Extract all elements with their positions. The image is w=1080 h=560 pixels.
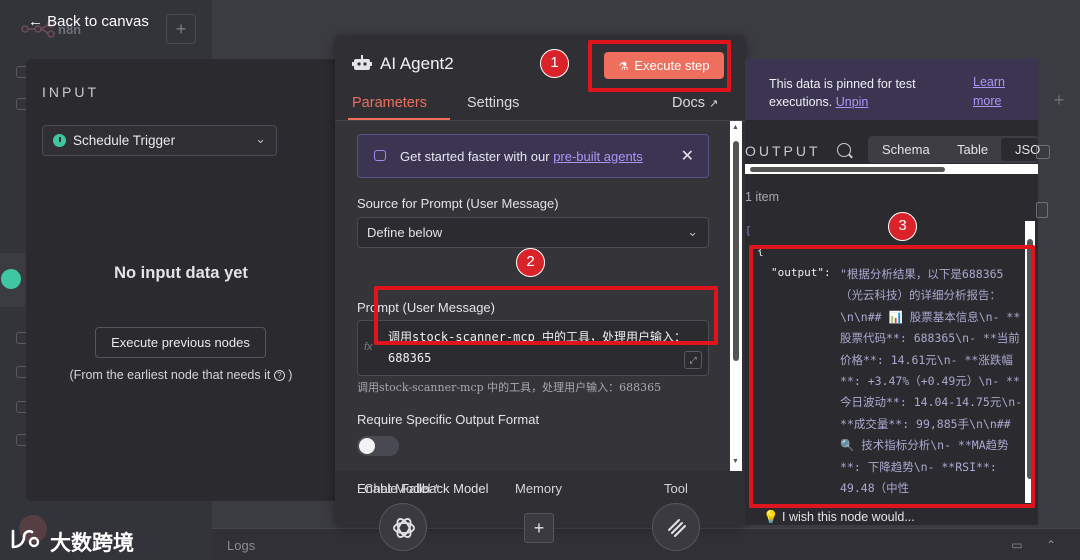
expression-icon: fx [364, 341, 373, 353]
tool-node[interactable] [652, 503, 700, 551]
add-tab-button[interactable]: + [166, 14, 196, 44]
input-panel-title: INPUT [42, 84, 99, 100]
trigger-node-label: Schedule Trigger [73, 133, 176, 148]
logs-bar[interactable]: Logs ▭ ⌃ [212, 528, 1080, 560]
panel-icon[interactable] [1036, 145, 1050, 159]
logs-label: Logs [227, 538, 256, 553]
trigger-node-select[interactable]: Schedule Trigger ⌄ [42, 125, 277, 156]
clock-icon [53, 134, 66, 147]
robot-icon [352, 55, 372, 70]
logs-panel-icons[interactable]: ▭ ⌃ [1011, 538, 1066, 552]
prompt-preview: 调用stock-scanner-mcp 中的工具，处理用户输入：688365 [357, 381, 662, 394]
parameters-scrollbar[interactable]: ▲ ▼ [730, 121, 742, 471]
learn-more-link[interactable]: Learn more [973, 73, 1023, 111]
output-view-tabs: Schema Table JSO [868, 136, 1040, 163]
input-panel: INPUT Schedule Trigger ⌄ No input data y… [26, 59, 346, 501]
annotation-box-3 [749, 245, 1035, 508]
scroll-up-icon[interactable]: ▲ [732, 124, 739, 131]
back-to-canvas-button[interactable]: ← Back to canvas [28, 13, 149, 30]
docs-label: Docs [672, 95, 706, 111]
annotation-number-1: 1 [540, 49, 569, 78]
empty-state-title: No input data yet [114, 264, 248, 282]
sub-node-connectors: Chat Model * Memory Tool + [335, 471, 745, 551]
banner-text-body: Get started faster with our [400, 149, 554, 164]
external-link-icon: ↗ [709, 98, 719, 110]
expand-icon[interactable]: ⤢ [684, 351, 702, 369]
chat-model-label: Chat Model * [364, 481, 440, 496]
robot-icon [374, 150, 386, 161]
add-memory-button[interactable]: + [524, 513, 554, 543]
annotation-number-3: 3 [888, 212, 917, 241]
chat-model-node[interactable] [379, 503, 427, 551]
close-icon[interactable]: ✕ [681, 146, 694, 166]
item-count: 1 item [745, 190, 780, 204]
pinned-data-banner: This data is pinned for test executions.… [745, 59, 1038, 120]
tab-schema[interactable]: Schema [882, 142, 930, 157]
tool-label: Tool [664, 481, 688, 496]
unpin-link[interactable]: Unpin [836, 95, 869, 109]
watermark-text: 大数跨境 [50, 532, 134, 555]
add-node-button[interactable]: + [1038, 90, 1080, 120]
note-text-end: ) [288, 368, 293, 382]
scroll-down-icon[interactable]: ▼ [732, 458, 739, 465]
require-format-label: Require Specific Output Format [357, 412, 540, 427]
feedback-text: I wish this node would... [782, 510, 915, 524]
scrollbar-thumb[interactable] [733, 141, 739, 361]
clock-icon [1, 269, 21, 289]
prebuilt-agents-link[interactable]: pre-built agents [553, 149, 643, 164]
annotation-box-1 [588, 40, 731, 92]
watermark-logo-icon [11, 529, 40, 549]
mcp-tool-icon [668, 519, 686, 537]
openai-icon [393, 518, 415, 538]
source-value: Define below [367, 225, 443, 240]
pinned-text: This data is pinned for test executions.… [769, 75, 959, 111]
annotation-number-2: 2 [516, 248, 545, 277]
output-panel-title: OUTPUT [745, 143, 821, 159]
agent-node-panel: AI Agent2 ⚗ Execute step Parameters Setti… [335, 35, 745, 551]
require-format-toggle[interactable] [357, 436, 399, 456]
search-icon[interactable] [837, 143, 851, 157]
trigger-node-edge[interactable] [0, 253, 28, 307]
feedback-prompt[interactable]: 💡 I wish this node would... [763, 510, 915, 525]
tab-parameters[interactable]: Parameters [352, 95, 427, 111]
chevron-down-icon: ⌄ [687, 224, 698, 239]
sticky-note-icon[interactable] [1036, 202, 1048, 218]
source-field-label: Source for Prompt (User Message) [357, 196, 559, 211]
chevron-down-icon: ⌄ [255, 131, 266, 146]
arrow-left-icon: ← [28, 13, 48, 30]
scrollbar-thumb[interactable] [750, 167, 945, 172]
tabs-horizontal-scrollbar[interactable] [745, 164, 1038, 174]
banner-text: Get started faster with our pre-built ag… [400, 149, 643, 164]
prebuilt-agents-banner: Get started faster with our pre-built ag… [357, 134, 709, 178]
source-select[interactable]: Define below ⌄ [357, 217, 709, 248]
node-title[interactable]: AI Agent2 [380, 54, 454, 74]
annotation-box-2 [374, 286, 718, 345]
back-label: Back to canvas [47, 13, 149, 30]
tab-settings[interactable]: Settings [467, 95, 519, 111]
note-text: (From the earliest node that needs it [69, 368, 271, 382]
json-bracket: [ [745, 224, 752, 237]
lightbulb-icon: 💡 [763, 510, 783, 524]
execute-previous-nodes-button[interactable]: Execute previous nodes [95, 327, 266, 358]
memory-label: Memory [515, 481, 562, 496]
docs-link[interactable]: Docs ↗ [672, 95, 718, 111]
empty-state-note: (From the earliest node that needs it ? … [26, 368, 336, 382]
tab-table[interactable]: Table [957, 142, 988, 157]
help-icon[interactable]: ? [273, 370, 285, 381]
